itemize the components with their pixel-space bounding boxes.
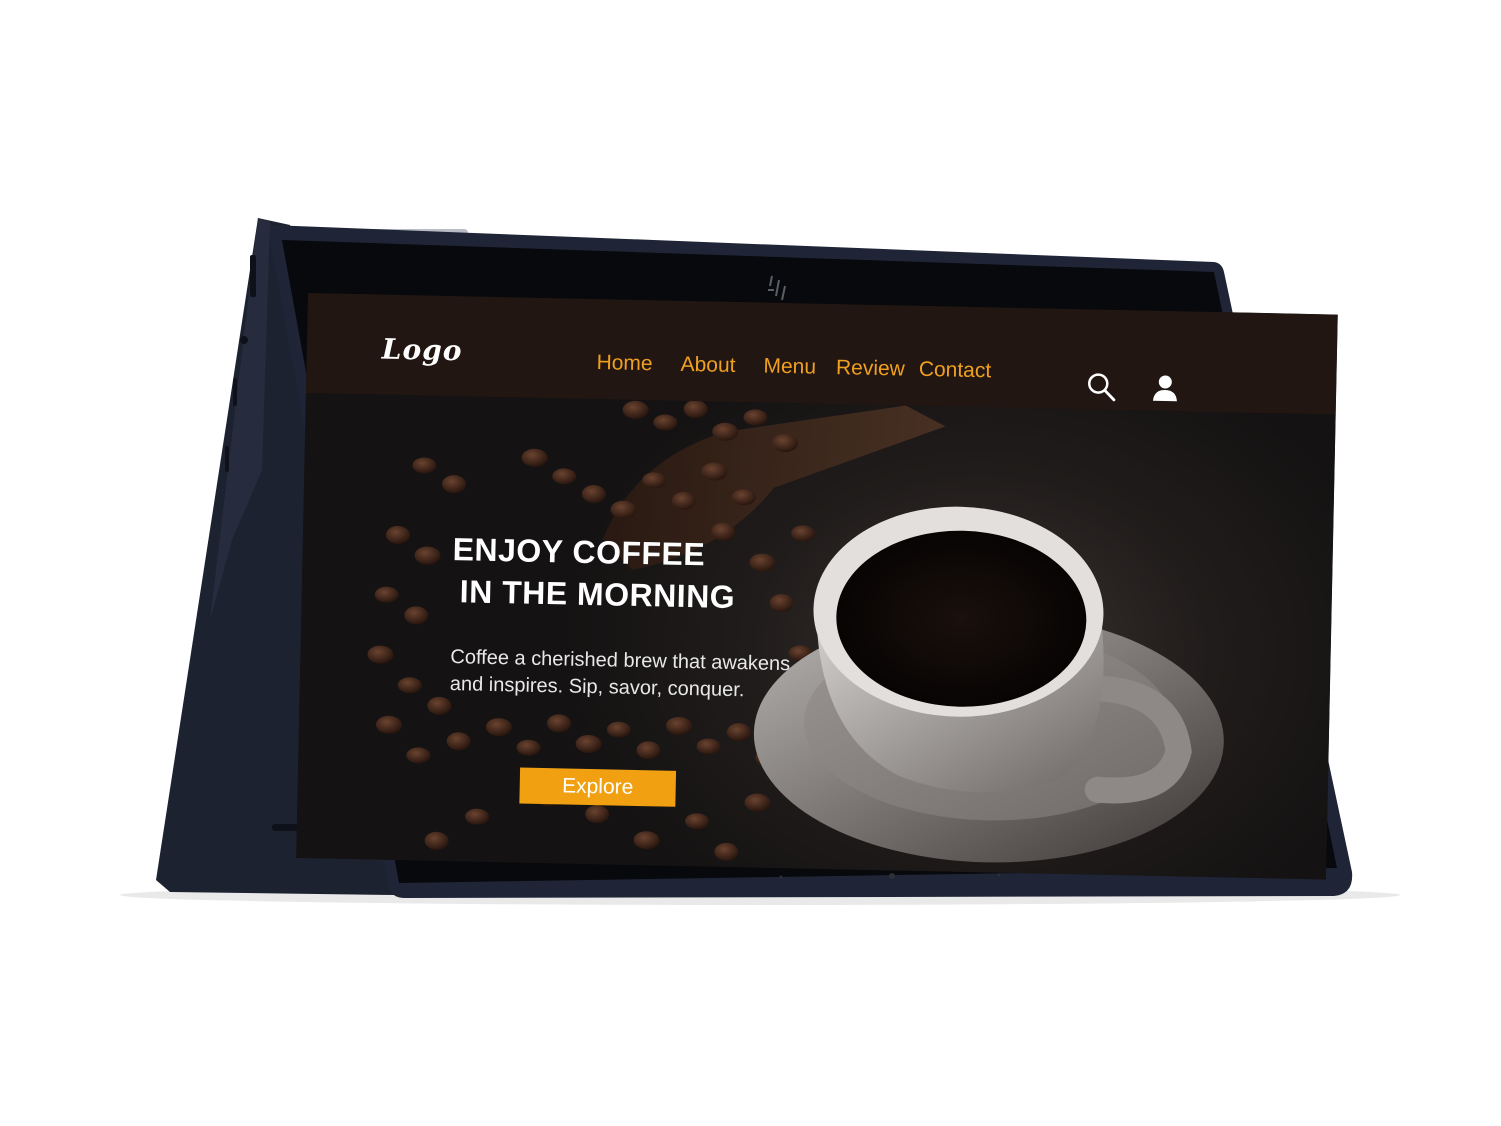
laptop-screen: Logo Home About Menu Review Contact ENJO…	[296, 293, 1338, 880]
main-nav: Home About Menu Review Contact	[596, 351, 1019, 384]
hero-title-line-1: ENJOY COFFEE	[452, 531, 706, 573]
user-icon[interactable]	[1148, 371, 1183, 406]
nav-link-home[interactable]: Home	[596, 351, 653, 376]
search-icon[interactable]	[1084, 369, 1119, 404]
site-logo[interactable]: Logo	[381, 333, 462, 368]
explore-button[interactable]: Explore	[519, 767, 677, 807]
mockup-stage: Logo Home About Menu Review Contact ENJO…	[0, 0, 1501, 1126]
hero-section: ENJOY COFFEE IN THE MORNING Coffee a che…	[296, 392, 1336, 880]
nav-link-review[interactable]: Review	[836, 356, 905, 381]
hero-title: ENJOY COFFEE IN THE MORNING	[451, 528, 813, 620]
hero-description: Coffee a cherished brew that awakens and…	[449, 646, 791, 702]
coffee-photo	[367, 400, 1224, 863]
nav-link-menu[interactable]: Menu	[763, 355, 816, 380]
nav-link-about[interactable]: About	[680, 353, 735, 378]
hero-title-line-2: IN THE MORNING	[459, 573, 736, 616]
nav-link-contact[interactable]: Contact	[919, 358, 992, 384]
